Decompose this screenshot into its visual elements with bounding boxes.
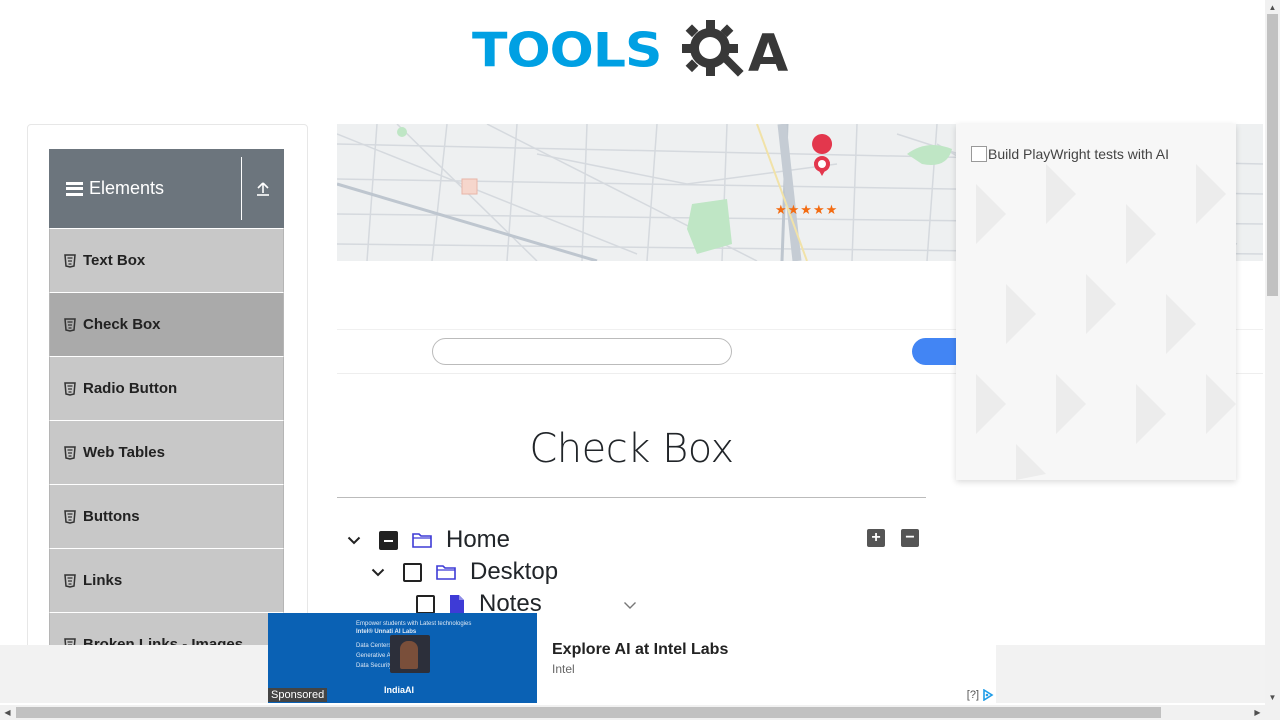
tree-node-label[interactable]: Home <box>446 526 510 554</box>
home-checkbox[interactable] <box>379 530 398 550</box>
group-title: Elements <box>49 157 242 220</box>
scroll-left-arrow-icon[interactable]: ◀ <box>0 705 15 720</box>
upload-icon[interactable] <box>242 149 284 228</box>
title-divider <box>337 497 926 498</box>
rating-stars: ★★★★★ <box>775 202 839 217</box>
sponsored-label: Sponsored <box>268 688 328 702</box>
collapse-all-button[interactable]: − <box>901 529 919 547</box>
sidebar-item-label: Links <box>83 572 123 589</box>
sidebar-item-check-box[interactable]: Check Box <box>49 292 284 356</box>
notes-checkbox[interactable] <box>416 594 435 614</box>
ad-image-line: IndiaAI <box>384 685 415 695</box>
broken-image-icon <box>971 146 987 162</box>
adchoices-icon <box>983 689 994 701</box>
adchoices-tag[interactable]: [?] <box>967 689 994 701</box>
sidebar-item-label: Text Box <box>83 252 146 269</box>
scroll-down-arrow-icon[interactable]: ▼ <box>1265 690 1280 705</box>
logo-text: TOOLS <box>472 24 662 79</box>
chevron-down-icon[interactable] <box>345 531 363 549</box>
group-title-label: Elements <box>89 178 165 198</box>
chevron-down-icon[interactable] <box>369 563 387 581</box>
hamburger-icon <box>66 181 83 196</box>
tree-node-desktop: Desktop <box>369 558 558 586</box>
page: TOOLS A Elements Text Box Check Box Radi… <box>0 0 1280 720</box>
page-title: Check Box <box>529 426 734 472</box>
right-ad[interactable]: Build PlayWright tests with AI <box>956 124 1236 480</box>
html5-icon <box>64 573 76 588</box>
right-ad-alt-text: Build PlayWright tests with AI <box>988 146 1170 162</box>
chevron-down-icon[interactable] <box>623 601 637 610</box>
sidebar-item-text-box[interactable]: Text Box <box>49 228 284 292</box>
bottom-ad[interactable]: Empower students with Latest technologie… <box>268 613 996 703</box>
sidebar-item-label: Buttons <box>83 508 140 525</box>
ad-headline[interactable]: Explore AI at Intel Labs <box>552 641 728 659</box>
ad-photo <box>390 635 430 673</box>
sidebar-item-links[interactable]: Links <box>49 548 284 612</box>
elements-group-header[interactable]: Elements <box>49 149 284 228</box>
ad-image-line: Empower students with Latest technologie… <box>356 621 472 627</box>
horizontal-scrollbar-thumb[interactable] <box>16 707 1161 718</box>
ad-info-label: [?] <box>966 689 979 701</box>
bottom-ad-image[interactable]: Empower students with Latest technologie… <box>268 613 537 703</box>
map-search-input[interactable] <box>432 338 732 365</box>
folder-icon <box>436 565 456 580</box>
toolsqa-logo[interactable]: TOOLS A <box>472 14 796 90</box>
sidebar-item-buttons[interactable]: Buttons <box>49 484 284 548</box>
ad-image-line: Data Centers <box>356 643 392 649</box>
tree-node-home: Home <box>345 526 510 554</box>
html5-icon <box>64 253 76 268</box>
gear-magnifier-icon <box>682 20 744 77</box>
folder-icon <box>412 533 432 548</box>
logo-suffix: A <box>748 24 789 84</box>
html5-icon <box>64 381 76 396</box>
expand-all-button[interactable]: + <box>867 529 885 547</box>
html5-icon <box>64 317 76 332</box>
html5-icon <box>64 509 76 524</box>
scroll-right-arrow-icon[interactable]: ▶ <box>1250 705 1265 720</box>
ad-image-line: Data Security <box>356 663 393 669</box>
ad-brand[interactable]: Intel <box>552 662 575 676</box>
html5-icon <box>64 445 76 460</box>
arrow-up-icon <box>257 181 269 196</box>
sidebar-item-radio-button[interactable]: Radio Button <box>49 356 284 420</box>
vertical-scrollbar-thumb[interactable] <box>1267 14 1278 296</box>
sidebar-menu: Text Box Check Box Radio Button Web Tabl… <box>49 228 284 676</box>
ad-pattern <box>976 164 1236 480</box>
sidebar-item-web-tables[interactable]: Web Tables <box>49 420 284 484</box>
sidebar-item-label: Check Box <box>83 316 161 333</box>
ad-image-line: Generative AI <box>356 653 393 659</box>
file-icon <box>450 595 464 613</box>
desktop-checkbox[interactable] <box>403 562 422 582</box>
sidebar-item-label: Web Tables <box>83 444 165 461</box>
right-ad-image[interactable]: Build PlayWright tests with AI <box>971 146 1169 162</box>
tree-node-label[interactable]: Desktop <box>470 558 558 586</box>
sidebar-item-label: Radio Button <box>83 380 178 397</box>
scroll-up-arrow-icon[interactable]: ▲ <box>1265 0 1280 15</box>
